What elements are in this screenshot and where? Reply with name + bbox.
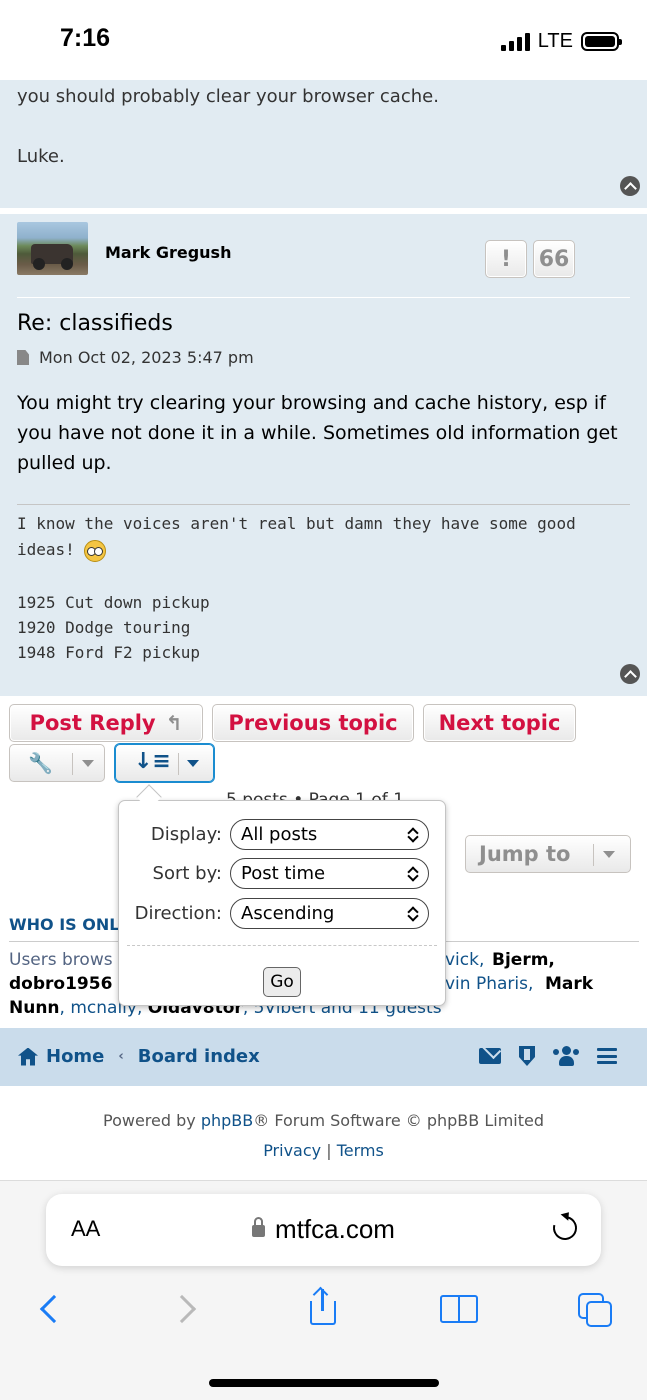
share-button[interactable] (302, 1286, 342, 1329)
status-indicators: LTE (500, 30, 622, 53)
privacy-link[interactable]: Privacy (263, 1141, 321, 1160)
post-content-line: You might try clearing your browsing and… (17, 392, 606, 414)
display-label: Display: (150, 824, 222, 845)
members-icon[interactable] (553, 1046, 579, 1066)
navbar: Home ‹ Board index (0, 1028, 647, 1086)
popup-divider (127, 945, 437, 946)
jump-to-button[interactable]: Jump to (465, 835, 631, 873)
select-arrows-icon (408, 826, 418, 844)
post-author[interactable]: Mark Gregush (105, 243, 231, 262)
status-bar: 7:16 LTE (0, 0, 647, 80)
back-button[interactable] (30, 1289, 70, 1329)
lock-icon (252, 1217, 266, 1237)
address-bar[interactable]: AA mtfca.com (46, 1194, 601, 1266)
tabs-button[interactable] (578, 1289, 618, 1329)
previous-post-text: you should probably clear your browser c… (17, 86, 439, 107)
post-title[interactable]: Re: classifieds (17, 311, 173, 336)
network-label: LTE (537, 30, 573, 52)
sort-options-popup: Display: All posts Sort by: Post time Di… (118, 800, 446, 1006)
team-shield-icon[interactable] (519, 1046, 535, 1066)
book-icon (440, 1295, 480, 1323)
signal-icon (500, 32, 530, 51)
footer-links: Privacy | Terms (263, 1141, 384, 1160)
navbar-icons (479, 1046, 617, 1066)
back-to-top-icon[interactable] (620, 176, 640, 196)
post-document-icon[interactable] (17, 350, 29, 365)
display-row: Display: All posts (151, 819, 429, 850)
chevron-down-icon (187, 760, 199, 767)
sort-by-select[interactable]: Post time (230, 858, 429, 889)
post-reply-button[interactable]: Post Reply ↰ (9, 704, 203, 742)
car-list-item: 1920 Dodge touring (17, 618, 191, 637)
previous-post: you should probably clear your browser c… (0, 80, 647, 208)
status-time: 7:16 (60, 24, 111, 52)
topic-tools-dropdown[interactable]: 🔧 (9, 744, 105, 782)
chevron-down-icon (603, 851, 615, 858)
copyright: Powered by phpBB® Forum Software © phpBB… (103, 1111, 544, 1130)
bookmarks-button[interactable] (440, 1289, 480, 1329)
home-link[interactable]: Home (46, 1046, 104, 1067)
browser-chrome: AA mtfca.com (0, 1180, 647, 1400)
sort-icon: ↓≡ (134, 749, 171, 774)
signature-line: ideas! (17, 537, 630, 563)
select-arrows-icon (408, 865, 418, 883)
forward-button[interactable] (167, 1289, 208, 1329)
go-button[interactable]: Go (263, 967, 301, 997)
wrench-icon: 🔧 (28, 751, 53, 775)
report-button[interactable]: ! (485, 240, 527, 278)
back-chevron-icon (39, 1294, 69, 1324)
terms-link[interactable]: Terms (337, 1141, 384, 1160)
post-content-line: pulled up. (17, 452, 112, 474)
signature-car-list: 1925 Cut down pickup 1920 Dodge touring … (17, 590, 210, 665)
post-divider (17, 297, 630, 298)
quote-button[interactable]: 66 (533, 240, 575, 278)
display-select[interactable]: All posts (230, 819, 429, 850)
post-date: Mon Oct 02, 2023 5:47 pm (39, 348, 254, 367)
car-list-item: 1948 Ford F2 pickup (17, 643, 201, 662)
post-content-line: you have not done it in a while. Sometim… (17, 422, 618, 444)
post-content: You might try clearing your browsing and… (17, 388, 632, 478)
contact-envelope-icon[interactable] (479, 1048, 501, 1064)
post-meta: Mon Oct 02, 2023 5:47 pm (17, 348, 254, 367)
reply-arrow-icon: ↰ (165, 711, 183, 735)
sort-by-label: Sort by: (152, 863, 222, 884)
chevron-down-icon (82, 760, 94, 767)
direction-label: Direction: (134, 903, 222, 924)
direction-select[interactable]: Ascending (230, 898, 429, 929)
avatar[interactable] (17, 222, 88, 275)
battery-icon (581, 32, 622, 51)
url-display[interactable]: mtfca.com (46, 1214, 601, 1245)
sort-options-dropdown[interactable]: ↓≡ (115, 744, 214, 782)
menu-icon[interactable] (597, 1048, 617, 1064)
signature-line: I know the voices aren't real but damn t… (17, 514, 576, 533)
previous-post-signoff: Luke. (17, 146, 65, 167)
breadcrumb-separator-icon: ‹ (118, 1049, 124, 1064)
back-to-top-icon[interactable] (620, 664, 640, 684)
signature-divider (17, 504, 630, 505)
home-icon (18, 1047, 38, 1066)
sort-by-row: Sort by: Post time (153, 858, 429, 889)
next-topic-button[interactable]: Next topic (423, 704, 576, 742)
direction-row: Direction: Ascending (135, 898, 429, 929)
breadcrumb: Home ‹ Board index (18, 1046, 260, 1067)
footer: Powered by phpBB® Forum Software © phpBB… (0, 1106, 647, 1166)
post: Mark Gregush ! 66 Re: classifieds Mon Oc… (0, 214, 647, 696)
eyes-emoji-icon (84, 539, 107, 562)
select-arrows-icon (408, 905, 418, 923)
forward-chevron-icon (167, 1294, 197, 1324)
signature: I know the voices aren't real but damn t… (17, 511, 630, 563)
home-indicator (209, 1379, 439, 1387)
previous-topic-button[interactable]: Previous topic (212, 704, 414, 742)
phpbb-link[interactable]: phpBB (201, 1111, 253, 1130)
car-list-item: 1925 Cut down pickup (17, 593, 210, 612)
board-index-link[interactable]: Board index (138, 1046, 260, 1067)
